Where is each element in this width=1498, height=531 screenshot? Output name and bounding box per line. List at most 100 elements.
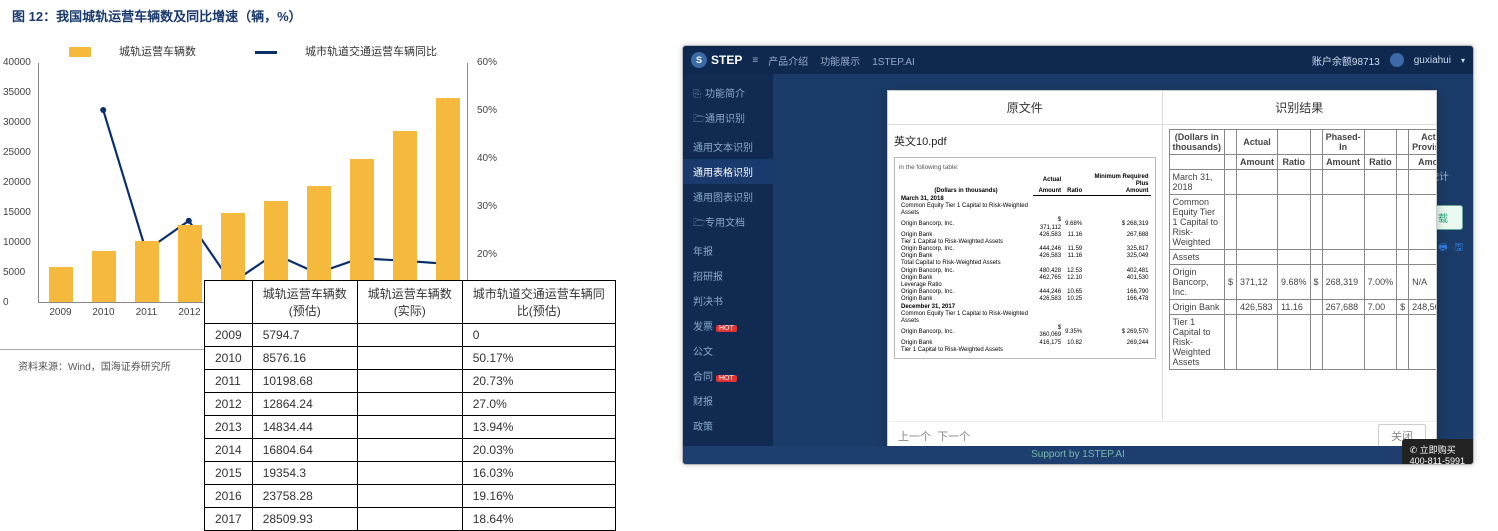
sidebar-item[interactable]: 发票HOT <box>683 313 773 338</box>
td: 23758.28 <box>252 485 357 508</box>
next-link[interactable]: 下一个 <box>937 428 970 444</box>
contact-title: 立即购买 <box>1420 445 1456 455</box>
td: 19.16% <box>462 485 615 508</box>
sidebar-item[interactable]: 判决书 <box>683 288 773 313</box>
y-right-tick: 20% <box>477 249 497 260</box>
y-left-tick: 20000 <box>3 177 31 188</box>
result-th <box>1169 155 1225 170</box>
prev-link[interactable]: 上一个 <box>898 428 931 444</box>
contact-badge[interactable]: ✆ 立即购买 400-811-5991 <box>1402 439 1473 465</box>
sidebar-item[interactable]: 通用图表识别 <box>683 184 773 209</box>
result-row: Common Equity Tier 1 Capital to Risk-Wei… <box>1169 195 1436 250</box>
modal-tabs: 原文件 识别结果 <box>888 91 1436 125</box>
result-td <box>1310 315 1322 370</box>
username-label[interactable]: guxiahui <box>1414 55 1451 66</box>
top-link[interactable]: 产品介绍 <box>768 57 808 68</box>
result-th: Actual <box>1237 130 1278 155</box>
result-td: N/A <box>1409 265 1436 300</box>
result-td <box>1409 170 1436 195</box>
result-row: Origin Bank426,58311.16267,6887.00$248,5… <box>1169 300 1436 315</box>
y-left-tick: 15000 <box>3 207 31 218</box>
result-td <box>1237 195 1278 250</box>
sidebar-item[interactable]: ⎘功能简介 <box>683 80 773 105</box>
result-td <box>1322 315 1364 370</box>
sidebar-item[interactable]: 政策 <box>683 413 773 438</box>
tab-result[interactable]: 识别结果 <box>1162 91 1437 125</box>
sidebar-label: 公文 <box>693 347 713 358</box>
chart-bar <box>92 251 116 302</box>
result-td <box>1322 195 1364 250</box>
result-row: Assets <box>1169 250 1436 265</box>
panel-original: 英文10.pdf in the following table:ActualMi… <box>888 125 1162 419</box>
result-td <box>1322 170 1364 195</box>
td: 2009 <box>205 324 253 347</box>
td: 50.17% <box>462 347 615 370</box>
result-td: 267,688 <box>1322 300 1364 315</box>
sidebar-item[interactable]: 财报 <box>683 388 773 413</box>
top-link[interactable]: 1STEP.AI <box>872 57 915 68</box>
y-right-tick: 60% <box>477 57 497 68</box>
x-tick: 2011 <box>136 307 158 318</box>
td <box>357 393 462 416</box>
sidebar-item[interactable]: 通用表格识别 <box>683 159 773 184</box>
sidebar-item[interactable]: 年报 <box>683 238 773 263</box>
td: 2010 <box>205 347 253 370</box>
y-right-tick: 40% <box>477 153 497 164</box>
avatar[interactable] <box>1390 53 1404 67</box>
x-tick: 2009 <box>49 307 71 318</box>
sidebar-label: 财报 <box>693 397 713 408</box>
app-footer: Support by 1STEP.AI <box>683 446 1473 464</box>
td: 2017 <box>205 508 253 531</box>
doc-preview: in the following table:ActualMinimum Req… <box>894 157 1156 359</box>
result-td: 371,12 <box>1237 265 1278 300</box>
sidebar-icon: 🗁 <box>693 216 703 233</box>
logo-icon: S <box>691 52 707 68</box>
result-th <box>1225 130 1237 155</box>
td <box>357 462 462 485</box>
sidebar-item[interactable]: 招研报 <box>683 263 773 288</box>
sidebar-label: 政策 <box>693 422 713 433</box>
td: 5794.7 <box>252 324 357 347</box>
table-row: 201314834.4413.94% <box>205 416 616 439</box>
topbar: S STEP ≡ 产品介绍功能展示1STEP.AI 账户余额98713 guxi… <box>683 46 1473 74</box>
sidebar-item[interactable]: 🗁专用文档 <box>683 209 773 238</box>
y-right-tick: 30% <box>477 201 497 212</box>
result-td <box>1310 170 1322 195</box>
th: 城市轨道交通运营车辆同比(预估) <box>462 281 615 324</box>
sidebar-icon: 🗁 <box>693 112 703 129</box>
hamburger-icon[interactable]: ≡ <box>752 55 758 66</box>
result-th <box>1225 155 1237 170</box>
th <box>205 281 253 324</box>
top-link[interactable]: 功能展示 <box>820 57 860 68</box>
printer-icon[interactable]: 🖶 <box>1438 242 1447 253</box>
app-logo[interactable]: S STEP <box>691 52 742 68</box>
step-app: S STEP ≡ 产品介绍功能展示1STEP.AI 账户余额98713 guxi… <box>682 45 1474 465</box>
chart-bar <box>135 241 159 302</box>
result-td <box>1409 315 1436 370</box>
chart-source: 资料来源：Wind，国海证券研究所 <box>0 349 220 373</box>
th: 城轨运营车辆数(预估) <box>252 281 357 324</box>
result-td: 248,567 <box>1409 300 1436 315</box>
save-icon[interactable]: 🖫 <box>1454 242 1463 253</box>
td: 0 <box>462 324 615 347</box>
y-left-tick: 35000 <box>3 87 31 98</box>
result-td <box>1225 195 1237 250</box>
result-row: March 31, 2018 <box>1169 170 1436 195</box>
result-th: Ratio <box>1364 155 1397 170</box>
legend-swatch-line <box>255 51 277 54</box>
result-td <box>1364 170 1397 195</box>
sidebar-item[interactable]: 🗁通用识别 <box>683 105 773 134</box>
result-td: March 31, 2018 <box>1169 170 1225 195</box>
sidebar-item[interactable]: 公文 <box>683 338 773 363</box>
sidebar-label: 合同 <box>693 372 713 383</box>
table-row: 20108576.1650.17% <box>205 347 616 370</box>
chart-plot: 0500010000150002000025000300003500040000… <box>38 63 468 303</box>
sidebar-item[interactable]: 通用文本识别 <box>683 134 773 159</box>
table-row: 201519354.316.03% <box>205 462 616 485</box>
chevron-down-icon[interactable]: ▾ <box>1461 56 1465 65</box>
tab-original[interactable]: 原文件 <box>888 91 1162 125</box>
sidebar-item[interactable]: 合同HOT <box>683 363 773 388</box>
result-row: Tier 1 Capital to Risk-Weighted Assets <box>1169 315 1436 370</box>
y-left-tick: 40000 <box>3 57 31 68</box>
sidebar-label: 通用识别 <box>705 114 745 125</box>
